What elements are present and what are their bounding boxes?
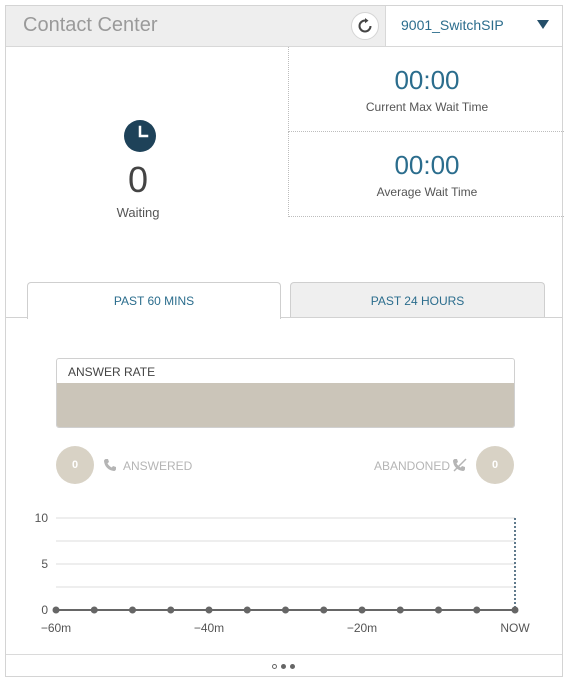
max-wait-box: 00:00 Current Max Wait Time: [288, 47, 564, 132]
widget-header: Contact Center 9001_SwitchSIP: [6, 6, 562, 47]
data-point: [129, 606, 136, 614]
waiting-label: Waiting: [116, 205, 160, 220]
data-point: [358, 606, 366, 614]
answer-rate-label: ANSWER RATE: [68, 365, 156, 379]
x-tick-label: NOW: [500, 621, 530, 635]
phone-icon: [104, 459, 116, 471]
data-point: [511, 606, 519, 614]
y-tick-label: 5: [41, 557, 48, 571]
refresh-button[interactable]: [351, 12, 379, 40]
data-point: [320, 606, 328, 614]
answer-rate-panel: ANSWER RATE: [56, 358, 515, 428]
data-point: [396, 606, 404, 614]
avg-wait-label: Average Wait Time: [376, 185, 478, 199]
abandoned-count: 0: [476, 446, 514, 484]
y-tick-label: 0: [41, 603, 48, 617]
tab-past-60-mins[interactable]: PAST 60 MINS: [27, 282, 281, 319]
answer-rate-bar: [57, 383, 514, 427]
chevron-down-icon: [537, 20, 549, 29]
y-tick-label: 10: [35, 511, 49, 525]
answered-count: 0: [56, 446, 94, 484]
waiting-panel: 0 Waiting: [6, 47, 288, 220]
data-point: [205, 606, 213, 614]
x-tick-label: −20m: [347, 621, 377, 635]
answered-label: ANSWERED: [123, 459, 193, 473]
contact-center-widget: Contact Center 9001_SwitchSIP 0 Waiting …: [5, 5, 564, 677]
data-point: [473, 606, 481, 614]
avg-wait-value: 00:00: [394, 150, 460, 180]
pagination-dots[interactable]: [272, 664, 295, 669]
phone-hangup-icon: [453, 458, 467, 472]
max-wait-label: Current Max Wait Time: [365, 100, 489, 114]
avg-wait-box: 00:00 Average Wait Time: [288, 132, 564, 217]
queue-select[interactable]: 9001_SwitchSIP: [385, 6, 562, 46]
data-point: [435, 606, 442, 614]
page-dot-2[interactable]: [281, 664, 286, 669]
data-point: [90, 606, 98, 614]
page-dot-1[interactable]: [272, 664, 277, 669]
tab-past-24-hours[interactable]: PAST 24 HOURS: [290, 282, 545, 318]
calls-line-chart: 10 5 0 −60m −40m −20m NOW: [35, 511, 531, 635]
data-point: [167, 606, 175, 614]
clock-icon: [124, 120, 156, 152]
waiting-count: 0: [127, 159, 149, 200]
x-tick-label: −60m: [41, 621, 71, 635]
data-point: [52, 606, 60, 614]
data-point: [282, 606, 289, 614]
queue-select-value: 9001_SwitchSIP: [401, 17, 504, 33]
abandoned-label: ABANDONED: [374, 459, 451, 473]
footer-divider: [6, 654, 562, 655]
page-dot-3[interactable]: [290, 664, 295, 669]
widget-title: Contact Center: [23, 14, 158, 36]
x-tick-label: −40m: [194, 621, 224, 635]
data-point: [243, 606, 251, 614]
refresh-icon: [358, 18, 372, 33]
max-wait-value: 00:00: [394, 65, 460, 95]
